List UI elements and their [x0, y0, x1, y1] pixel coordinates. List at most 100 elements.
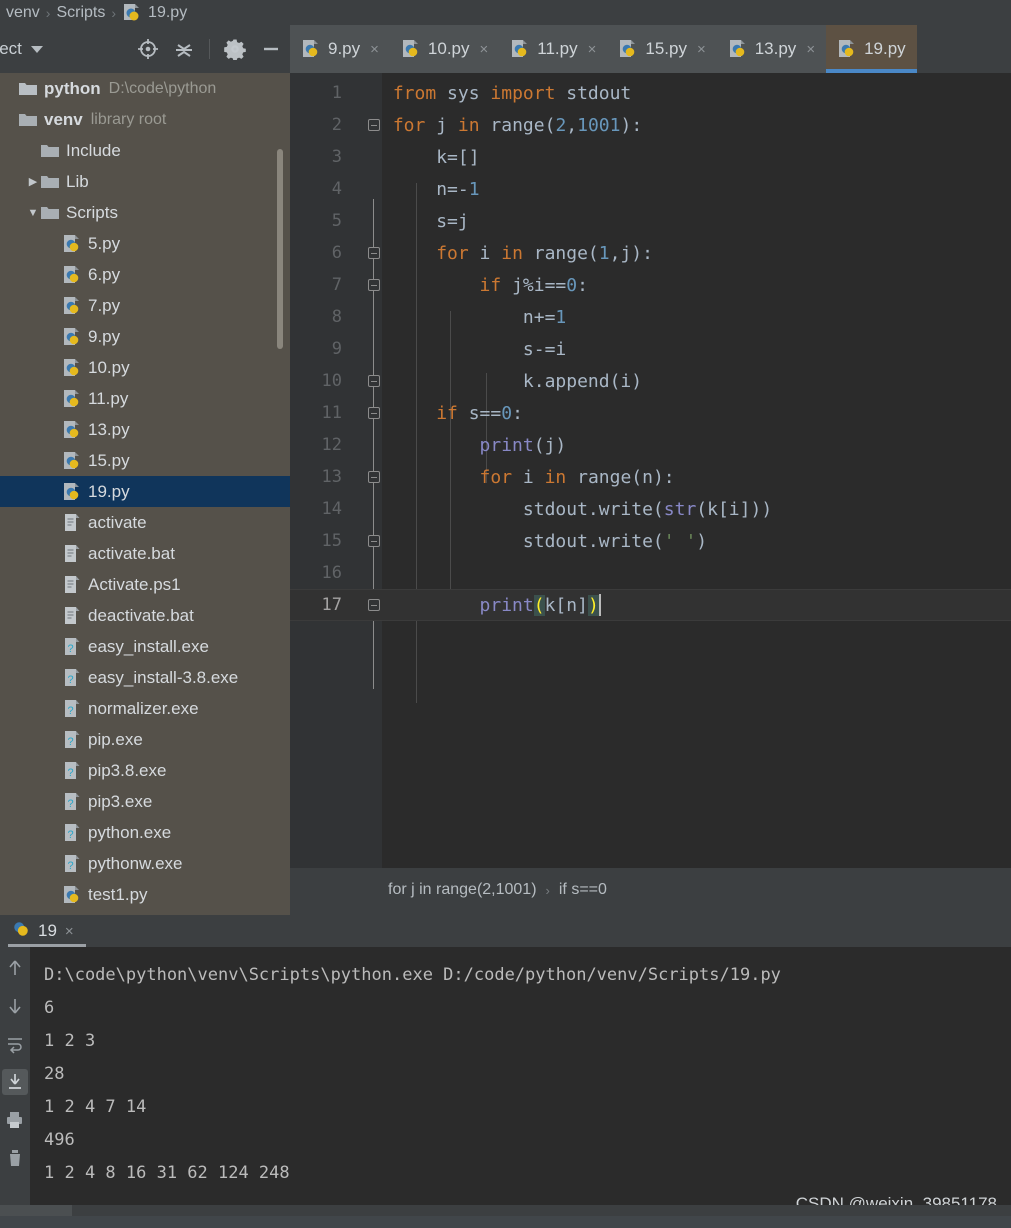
code-token: from [392, 82, 448, 104]
fold-toggle-icon[interactable] [366, 397, 382, 429]
tree-item-19-py[interactable]: 19.py [0, 476, 290, 507]
code-line[interactable]: for j in range(2, 1001): [382, 109, 1011, 141]
code-line[interactable]: if s== 0: [382, 397, 1011, 429]
editor-tab-15-py[interactable]: 15.py × [607, 25, 717, 73]
console-tab-19[interactable]: 19 × [8, 915, 86, 947]
tree-item-10-py[interactable]: 10.py [0, 352, 290, 383]
close-icon[interactable]: × [806, 41, 815, 58]
tree-item-pip-exe[interactable]: ? pip.exe [0, 724, 290, 755]
print-icon[interactable] [2, 1107, 28, 1133]
editor-tab-10-py[interactable]: 10.py × [389, 25, 500, 73]
code-line[interactable]: if j%i== 0: [382, 269, 1011, 301]
project-tree[interactable]: python D:\code\python venv library root Incl… [0, 73, 290, 915]
code-line[interactable]: s-=i [382, 333, 1011, 365]
tree-expand-arrow-icon[interactable]: ▼ [26, 207, 40, 219]
fold-toggle-icon[interactable] [366, 269, 382, 301]
editor-tab-19-py[interactable]: 19.py [826, 25, 917, 73]
code-line[interactable]: print(k[n]) [382, 589, 1011, 621]
structure-crumb-if[interactable]: if s==0 [559, 881, 607, 899]
hide-minimize-icon[interactable] [260, 38, 282, 60]
tree-item-test1-py[interactable]: test1.py [0, 879, 290, 910]
tree-item-python-exe[interactable]: ? python.exe [0, 817, 290, 848]
code-line[interactable] [382, 557, 1011, 589]
text-file-icon [62, 544, 82, 564]
close-icon[interactable]: × [370, 41, 379, 58]
editor-tab-11-py[interactable]: 11.py × [499, 25, 608, 73]
trash-icon[interactable] [2, 1145, 28, 1171]
code-line[interactable]: from sys import stdout [382, 77, 1011, 109]
tree-item-python[interactable]: python D:\code\python [0, 73, 290, 104]
tree-item-5-py[interactable]: 5.py [0, 228, 290, 259]
editor-tab-13-py[interactable]: 13.py × [716, 25, 827, 73]
code-line[interactable]: n=- 1 [382, 173, 1011, 205]
code-line[interactable]: print (j) [382, 429, 1011, 461]
close-icon[interactable]: × [697, 41, 706, 58]
tree-item-lib[interactable]: ▶ Lib [0, 166, 290, 197]
structure-crumb-for-loop[interactable]: for j in range(2,1001) [388, 881, 537, 899]
tree-item-scripts[interactable]: ▼ Scripts [0, 197, 290, 228]
tree-item-label: 7.py [88, 295, 121, 315]
breadcrumb-item-file[interactable]: 19.py [148, 4, 187, 22]
tree-item-13-py[interactable]: 13.py [0, 414, 290, 445]
locate-crosshair-icon[interactable] [137, 38, 159, 60]
code-line[interactable]: for i in range(n): [382, 461, 1011, 493]
code-token: k=[] [436, 146, 480, 168]
console-output-line: D:\code\python\venv\Scripts\python.exe D… [44, 965, 781, 985]
arrow-down-icon[interactable] [2, 993, 28, 1019]
svg-text:?: ? [67, 643, 73, 655]
run-console[interactable]: D:\code\python\venv\Scripts\python.exe D… [0, 947, 1011, 1205]
close-icon[interactable]: × [588, 41, 597, 58]
tree-item-15-py[interactable]: 15.py [0, 445, 290, 476]
code-line[interactable]: stdout.write(' ') [382, 525, 1011, 557]
fold-toggle-icon[interactable] [366, 525, 382, 557]
tree-item-pip3-exe[interactable]: ? pip3.exe [0, 786, 290, 817]
tree-expand-arrow-icon[interactable]: ▶ [26, 175, 40, 188]
tree-item-normalizer-exe[interactable]: ? normalizer.exe [0, 693, 290, 724]
code-token: stdout.write( [522, 498, 664, 520]
tree-item-6-py[interactable]: 6.py [0, 259, 290, 290]
breadcrumb-item-venv[interactable]: venv [6, 4, 40, 22]
tree-item-deactivate-bat[interactable]: deactivate.bat [0, 600, 290, 631]
fold-toggle-icon[interactable] [366, 109, 382, 141]
tree-item-activate-ps1[interactable]: Activate.ps1 [0, 569, 290, 600]
unknown-file-icon: ? [62, 637, 82, 657]
close-icon[interactable]: × [65, 923, 74, 940]
tree-item-pip3-8-exe[interactable]: ? pip3.8.exe [0, 755, 290, 786]
soft-wrap-icon[interactable] [2, 1031, 28, 1057]
fold-toggle-icon[interactable] [366, 365, 382, 397]
code-line[interactable]: for i in range(1 ,j): [382, 237, 1011, 269]
tree-item-activate-bat[interactable]: activate.bat [0, 538, 290, 569]
fold-toggle-icon[interactable] [366, 237, 382, 269]
code-line[interactable]: n+= 1 [382, 301, 1011, 333]
code-line[interactable]: k=[] [382, 141, 1011, 173]
code-editor[interactable]: 1 from sys import stdout 2 for j in range… [290, 73, 1011, 868]
chevron-down-icon[interactable] [30, 45, 43, 53]
code-line[interactable]: s=j [382, 205, 1011, 237]
code-token: s=j [436, 210, 469, 232]
arrow-up-icon[interactable] [2, 955, 28, 981]
code-line[interactable]: k.append(i) [382, 365, 1011, 397]
project-panel-title[interactable]: oject [0, 39, 22, 59]
tree-item-activate[interactable]: activate [0, 507, 290, 538]
tree-item-7-py[interactable]: 7.py [0, 290, 290, 321]
editor-tab-9-py[interactable]: 9.py × [290, 25, 390, 73]
tree-item-easy-install-3-8-exe[interactable]: ? easy_install-3.8.exe [0, 662, 290, 693]
collapse-all-icon[interactable] [173, 38, 195, 60]
breadcrumb-item-scripts[interactable]: Scripts [56, 4, 105, 22]
tree-item-include[interactable]: Include [0, 135, 290, 166]
tree-item-11-py[interactable]: 11.py [0, 383, 290, 414]
tree-item-pythonw-exe[interactable]: ? pythonw.exe [0, 848, 290, 879]
tree-item-label: python.exe [88, 822, 172, 842]
sidebar-scrollbar[interactable] [277, 149, 283, 349]
tree-item-9-py[interactable]: 9.py [0, 321, 290, 352]
tree-item-venv[interactable]: venv library root [0, 104, 290, 135]
project-panel-toolbar [137, 38, 290, 60]
code-line[interactable]: stdout.write(str (k[i])) [382, 493, 1011, 525]
settings-gear-icon[interactable] [224, 38, 246, 60]
fold-toggle-icon[interactable] [366, 589, 382, 621]
close-icon[interactable]: × [480, 41, 489, 58]
fold-toggle-icon[interactable] [366, 461, 382, 493]
code-token: import [490, 82, 567, 104]
scroll-to-end-icon[interactable] [2, 1069, 28, 1095]
tree-item-easy-install-exe[interactable]: ? easy_install.exe [0, 631, 290, 662]
